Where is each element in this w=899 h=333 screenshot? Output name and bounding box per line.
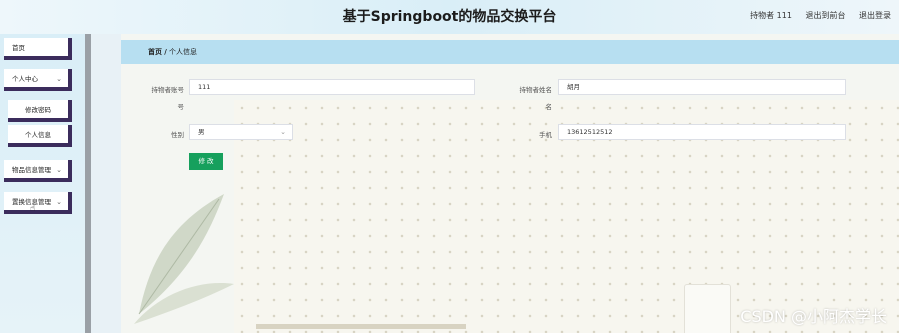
sidebar-item-item-management[interactable]: 物品信息管理 ⌄: [4, 160, 72, 182]
sidebar-item-personal-info[interactable]: 个人信息: [8, 125, 72, 147]
plant-leaf-decoration: [134, 194, 234, 324]
gender-label: 性别: [171, 131, 184, 139]
sidebar-item-label: 个人信息: [25, 131, 51, 139]
shelf-decoration: [256, 324, 466, 329]
account-field[interactable]: 111: [189, 79, 475, 95]
sidebar-item-exchange-management[interactable]: 置换信息管理 ⌄: [4, 192, 72, 214]
gender-select[interactable]: 男 ⌄: [189, 124, 293, 140]
name-label-wrap: 名: [545, 103, 553, 111]
sidebar-item-change-password[interactable]: 修改密码: [8, 100, 72, 122]
content-gutter: [91, 34, 121, 333]
gender-value: 男: [198, 128, 205, 136]
sidebar-item-label: 首页: [12, 44, 25, 52]
sidebar-item-label: 个人中心: [12, 75, 38, 83]
phone-label: 手机: [539, 131, 552, 139]
logout-link[interactable]: 退出登录: [859, 11, 891, 20]
user-label: 持物者 111: [750, 11, 792, 20]
chevron-down-icon: ⌄: [56, 166, 62, 174]
breadcrumb-current: 个人信息: [169, 48, 198, 56]
front-link[interactable]: 退出到前台: [805, 11, 845, 20]
sidebar-item-label: 物品信息管理: [12, 166, 51, 174]
name-label: 持物者姓名: [519, 86, 553, 94]
breadcrumb: 首页 / 个人信息: [121, 40, 899, 64]
mouse-cursor-icon: ☝: [30, 204, 36, 214]
chevron-down-icon: ⌄: [280, 128, 286, 136]
sidebar: 首页 个人中心 ⌄ 修改密码 个人信息 物品信息管理 ⌄ 置换信息管理 ⌄ ☝: [0, 34, 85, 333]
account-label-wrap: 号: [177, 103, 185, 111]
watermark: CSDN @小阿杰学长: [740, 307, 887, 326]
phone-field[interactable]: 13612512512: [558, 124, 846, 140]
chevron-down-icon: ⌄: [56, 75, 62, 83]
breadcrumb-separator: /: [164, 48, 167, 56]
submit-button[interactable]: 修 改: [189, 153, 223, 170]
account-label: 持物者账号: [151, 86, 185, 94]
top-header: 基于Springboot的物品交换平台 持物者 111 退出到前台 退出登录: [0, 0, 899, 34]
sidebar-item-label: 修改密码: [25, 106, 51, 114]
name-field[interactable]: 胡月: [558, 79, 846, 95]
sidebar-item-personal-center[interactable]: 个人中心 ⌄: [4, 69, 72, 91]
chevron-down-icon: ⌄: [56, 198, 62, 206]
header-user-area: 持物者 111 退出到前台 退出登录: [739, 10, 891, 21]
sidebar-item-home[interactable]: 首页: [4, 38, 72, 60]
jar-decoration: [684, 284, 731, 333]
breadcrumb-home[interactable]: 首页: [148, 48, 162, 56]
